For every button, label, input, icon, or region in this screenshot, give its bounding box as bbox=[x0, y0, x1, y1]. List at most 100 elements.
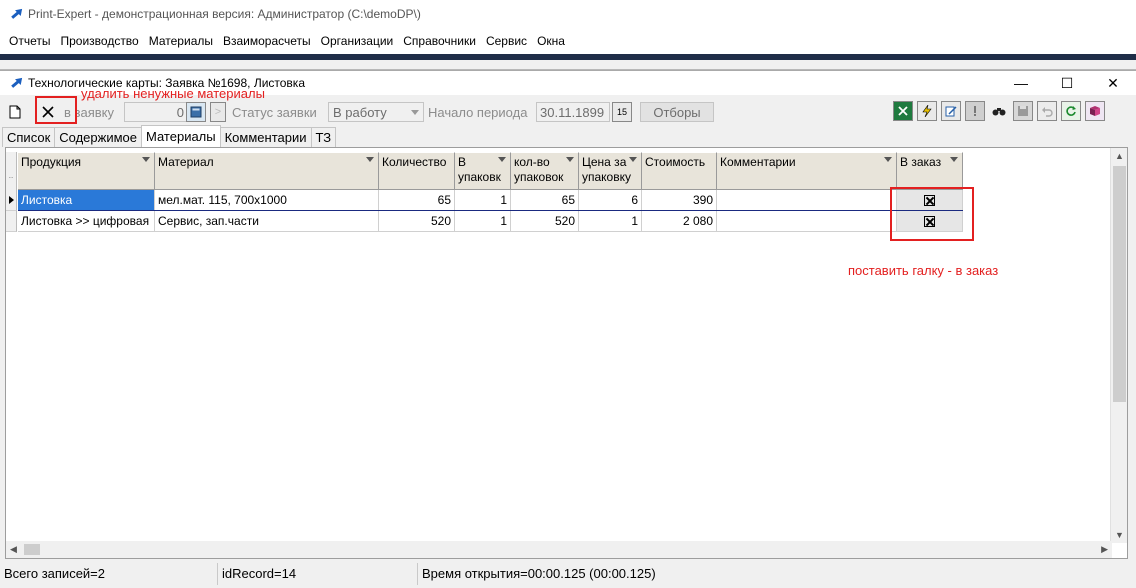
menu-production[interactable]: Производство bbox=[55, 34, 143, 48]
undo-button[interactable] bbox=[1037, 101, 1057, 121]
reference-book-button[interactable] bbox=[1085, 101, 1105, 121]
col-header-quantity[interactable]: Количество bbox=[379, 152, 455, 190]
to-order-label[interactable]: в заявку bbox=[64, 105, 122, 120]
vertical-scroll-thumb[interactable] bbox=[1113, 166, 1126, 402]
minimize-button[interactable]: — bbox=[998, 71, 1044, 95]
go-arrow-button[interactable]: > bbox=[210, 102, 226, 122]
status-label: Статус заявки bbox=[232, 104, 317, 120]
calculator-icon bbox=[190, 106, 202, 118]
cell-pack-price[interactable]: 6 bbox=[579, 190, 642, 211]
period-date-field[interactable]: 30.11.1899 bbox=[536, 102, 610, 122]
horizontal-scroll-thumb[interactable] bbox=[24, 544, 40, 555]
tab-contents[interactable]: Содержимое bbox=[54, 127, 142, 147]
col-header-per-pack[interactable]: В упаковк bbox=[455, 152, 511, 190]
scroll-left-icon[interactable]: ◀ bbox=[10, 544, 17, 555]
exclamation-icon bbox=[974, 106, 976, 116]
excel-export-button[interactable] bbox=[893, 101, 913, 121]
new-document-button[interactable] bbox=[0, 101, 30, 123]
cell-in-order[interactable] bbox=[897, 190, 963, 211]
cell-material[interactable]: Сервис, зап.части bbox=[155, 211, 379, 232]
tab-materials[interactable]: Материалы bbox=[141, 125, 221, 147]
cell-quantity[interactable]: 65 bbox=[379, 190, 455, 211]
cell-in-order[interactable] bbox=[897, 211, 963, 232]
cell-comment[interactable] bbox=[717, 190, 897, 211]
delete-row-button[interactable] bbox=[30, 101, 66, 123]
cell-cost[interactable]: 2 080 bbox=[642, 211, 717, 232]
save-button[interactable] bbox=[1013, 101, 1033, 121]
calendar-button[interactable]: 15 bbox=[612, 102, 632, 122]
cell-per-pack[interactable]: 1 bbox=[455, 211, 511, 232]
scroll-right-icon[interactable]: ▶ bbox=[1101, 544, 1108, 555]
menu-windows[interactable]: Окна bbox=[532, 34, 570, 48]
grid-corner: .. bbox=[6, 152, 17, 190]
menu-materials[interactable]: Материалы bbox=[144, 34, 218, 48]
tab-comments[interactable]: Комментарии bbox=[219, 127, 312, 147]
filter-button[interactable]: Отборы bbox=[640, 102, 714, 122]
cell-per-pack[interactable]: 1 bbox=[455, 190, 511, 211]
menu-settlements[interactable]: Взаиморасчеты bbox=[218, 34, 316, 48]
tab-tz[interactable]: ТЗ bbox=[310, 127, 337, 147]
col-header-product[interactable]: Продукция bbox=[18, 152, 155, 190]
close-button[interactable]: ✕ bbox=[1090, 71, 1136, 95]
col-header-pack-price[interactable]: Цена за упаковку bbox=[579, 152, 642, 190]
warning-button[interactable] bbox=[965, 101, 985, 121]
cross-delete-icon bbox=[42, 106, 54, 118]
col-header-pack-count[interactable]: кол-во упаковок bbox=[511, 152, 579, 190]
calculator-button[interactable] bbox=[186, 102, 206, 122]
col-header-material-label: Материал bbox=[158, 155, 214, 169]
cell-cost[interactable]: 390 bbox=[642, 190, 717, 211]
menu-directories[interactable]: Справочники bbox=[398, 34, 481, 48]
scroll-down-icon[interactable]: ▼ bbox=[1115, 530, 1124, 540]
cell-material[interactable]: мел.мат. 115, 700x1000 bbox=[155, 190, 379, 211]
cell-quantity[interactable]: 520 bbox=[379, 211, 455, 232]
chevron-down-icon[interactable] bbox=[566, 157, 574, 162]
status-select[interactable]: В работу bbox=[328, 102, 424, 122]
scroll-up-icon[interactable]: ▲ bbox=[1115, 151, 1124, 161]
run-button[interactable] bbox=[917, 101, 937, 121]
status-select-value: В работу bbox=[333, 104, 387, 120]
right-icon-group bbox=[893, 101, 1109, 121]
tab-list[interactable]: Список bbox=[2, 127, 56, 147]
window-controls: — ☐ ✕ bbox=[998, 71, 1136, 95]
chevron-down-icon[interactable] bbox=[142, 157, 150, 162]
chevron-down-icon[interactable] bbox=[629, 157, 637, 162]
col-header-quantity-label: Количество bbox=[382, 155, 447, 169]
checkbox-checked[interactable] bbox=[924, 216, 935, 228]
delete-annotation: удалить ненужные материалы bbox=[81, 86, 265, 101]
chevron-down-icon[interactable] bbox=[950, 157, 958, 162]
chevron-down-icon[interactable] bbox=[498, 157, 506, 162]
col-header-material[interactable]: Материал bbox=[155, 152, 379, 190]
tab-strip: Список Содержимое Материалы Комментарии … bbox=[0, 125, 337, 147]
menu-organizations[interactable]: Организации bbox=[316, 34, 399, 48]
maximize-button[interactable]: ☐ bbox=[1044, 71, 1090, 95]
row-selector[interactable] bbox=[6, 211, 17, 232]
chevron-down-icon[interactable] bbox=[884, 157, 892, 162]
refresh-button[interactable] bbox=[1061, 101, 1081, 121]
col-header-cost[interactable]: Стоимость bbox=[642, 152, 717, 190]
menu-service[interactable]: Сервис bbox=[481, 34, 532, 48]
cell-pack-count[interactable]: 65 bbox=[511, 190, 579, 211]
cell-product[interactable]: Листовка >> цифровая bbox=[18, 211, 155, 232]
col-header-comments[interactable]: Комментарии bbox=[717, 152, 897, 190]
col-header-in-order[interactable]: В заказ bbox=[897, 152, 963, 190]
chevron-down-icon bbox=[411, 110, 419, 115]
status-record-count: Всего записей=2 bbox=[0, 563, 218, 585]
cell-comment[interactable] bbox=[717, 211, 897, 232]
menu-reports[interactable]: Отчеты bbox=[4, 34, 55, 48]
chevron-down-icon[interactable] bbox=[366, 157, 374, 162]
quantity-field[interactable]: 0 bbox=[124, 102, 188, 122]
vertical-scrollbar[interactable]: ▲ ▼ bbox=[1110, 148, 1127, 543]
save-disk-icon bbox=[1018, 106, 1028, 116]
cell-pack-price[interactable]: 1 bbox=[579, 211, 642, 232]
col-header-in-order-label: В заказ bbox=[900, 155, 942, 169]
cell-product[interactable]: Листовка bbox=[18, 190, 155, 211]
main-menubar: Отчеты Производство Материалы Взаиморасч… bbox=[0, 28, 1136, 54]
horizontal-scrollbar[interactable]: ◀ ▶ bbox=[6, 541, 1112, 558]
edit-button[interactable] bbox=[941, 101, 961, 121]
materials-grid[interactable]: .. Продукция Материал Количество В упако… bbox=[5, 147, 1128, 559]
edit-note-icon bbox=[945, 106, 957, 117]
search-button[interactable] bbox=[989, 101, 1009, 121]
row-selector[interactable] bbox=[6, 190, 17, 211]
cell-pack-count[interactable]: 520 bbox=[511, 211, 579, 232]
checkbox-checked[interactable] bbox=[924, 195, 935, 207]
